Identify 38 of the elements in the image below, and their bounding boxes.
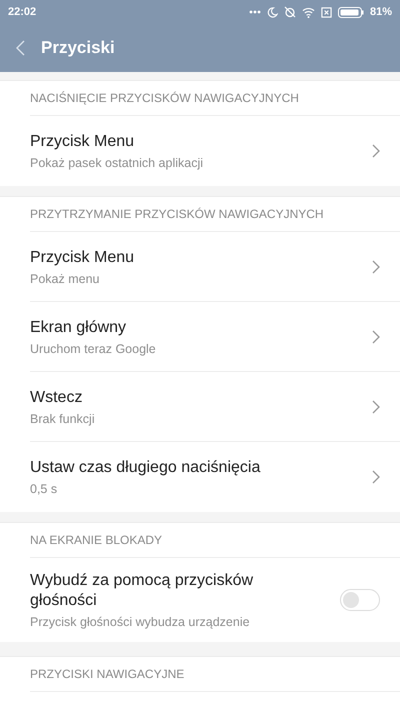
screen-title: Przyciski: [41, 38, 115, 58]
settings-row[interactable]: Wstecz Brak funkcji: [30, 372, 400, 442]
section-header: PRZYTRZYMANIE PRZYCISKÓW NAWIGACYJNYCH: [30, 197, 400, 232]
row-subtitle: 0,5 s: [30, 482, 58, 496]
chevron-right-icon: [372, 144, 380, 158]
row-title: Wstecz: [30, 388, 84, 408]
moon-icon: [266, 6, 278, 18]
row-subtitle: Przycisk głośności wybudza urządzenie: [30, 615, 251, 629]
chevron-right-icon: [372, 260, 380, 274]
row-title: Ekran główny: [30, 318, 128, 338]
toggle-switch[interactable]: [340, 589, 380, 611]
battery-icon: [338, 6, 364, 18]
settings-row[interactable]: Ekran główny Uruchom teraz Google: [30, 302, 400, 372]
row-title: Wybudź za pomocą przycisków głośności: [30, 571, 254, 611]
battery-percent: 81%: [370, 6, 392, 18]
section-header: NA EKRANIE BLOKADY: [30, 523, 400, 558]
more-dots-icon: [248, 10, 261, 14]
chevron-right-icon: [372, 400, 380, 414]
chevron-right-icon: [372, 330, 380, 344]
section-header: PRZYCISKI NAWIGACYJNE: [30, 657, 400, 692]
section-header: NACIŚNIĘCIE PRZYCISKÓW NAWIGACYJNYCH: [30, 81, 400, 116]
back-icon[interactable]: [16, 40, 25, 56]
status-time: 22:02: [8, 6, 36, 18]
row-title: Ustaw czas długiego naciśnięcia: [30, 458, 262, 478]
no-sim-icon: [320, 6, 332, 18]
settings-row[interactable]: Przycisk Menu Pokaż menu: [30, 232, 400, 302]
row-subtitle: Uruchom teraz Google: [30, 342, 157, 356]
row-title: Przycisk Menu: [30, 132, 136, 152]
alarm-off-icon: [284, 6, 296, 18]
row-subtitle: Pokaż menu: [30, 272, 100, 286]
wifi-icon: [302, 6, 315, 18]
row-subtitle: Pokaż pasek ostatnich aplikacji: [30, 156, 204, 170]
settings-row[interactable]: Ustaw czas długiego naciśnięcia 0,5 s: [30, 442, 400, 512]
chevron-right-icon: [372, 470, 380, 484]
settings-row[interactable]: Wybudź za pomocą przycisków głośności Przycisk głośności wybudza urządzenie: [30, 558, 400, 642]
settings-row[interactable]: Przycisk Menu Pokaż pasek ostatnich aplikacji: [30, 116, 400, 186]
row-subtitle: Brak funkcji: [30, 412, 96, 426]
row-title: Przycisk Menu: [30, 248, 136, 268]
